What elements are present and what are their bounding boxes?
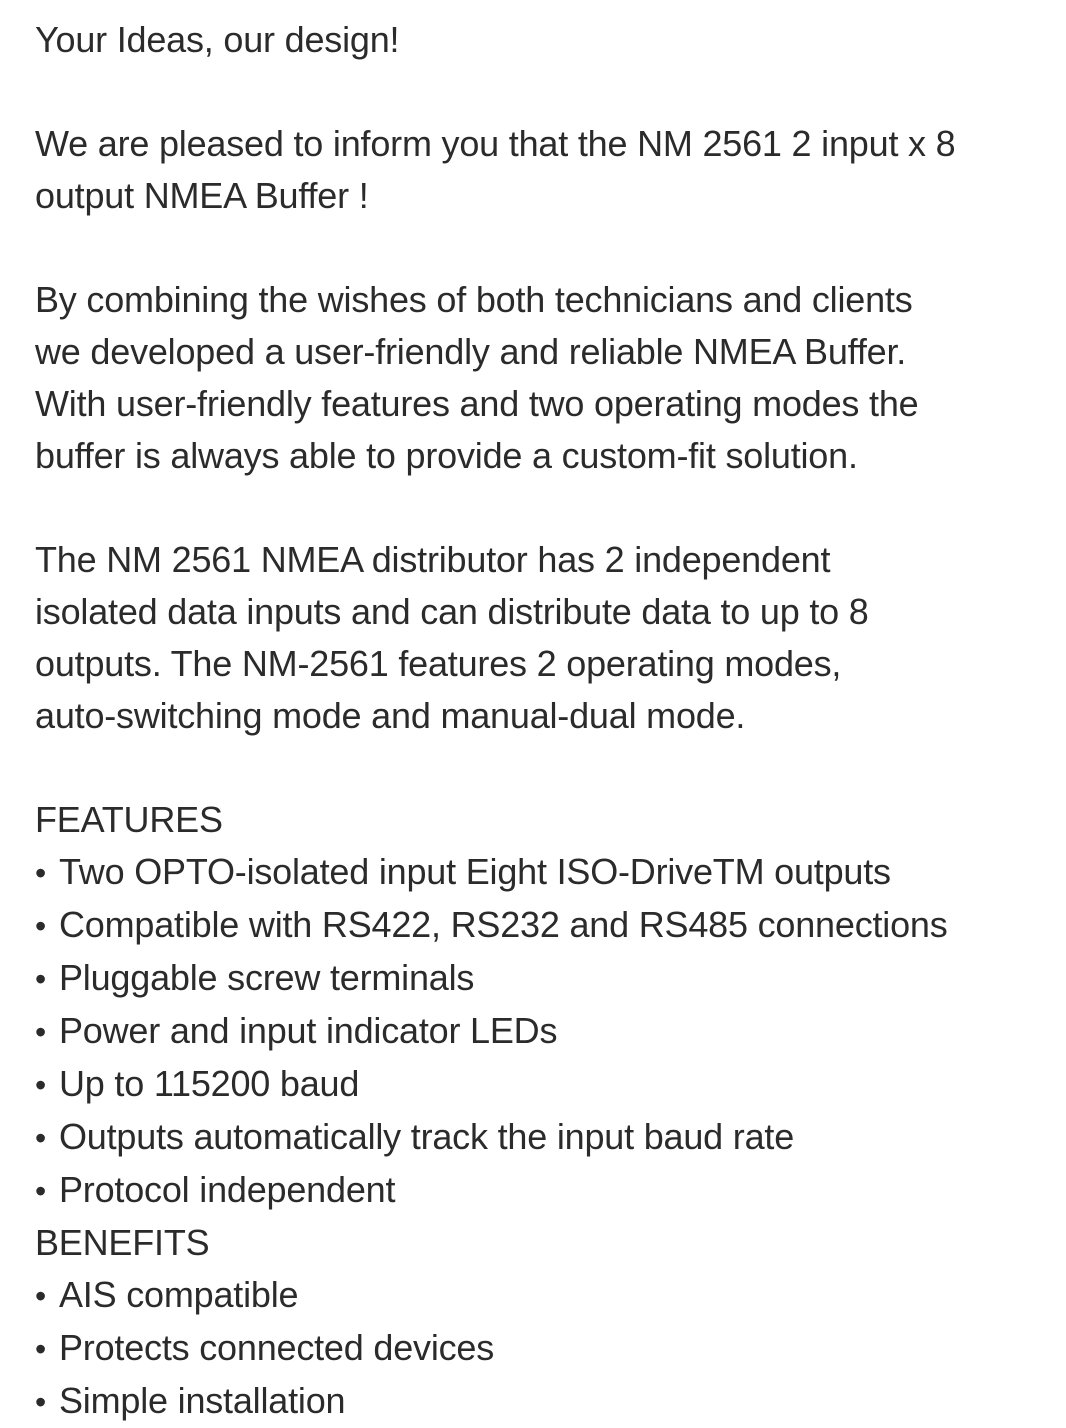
- document-body: Your Ideas, our design! We are pleased t…: [0, 0, 1066, 1421]
- feature-item: • Two OPTO-isolated input Eight ISO-Drive…: [35, 846, 1066, 899]
- feature-item-text: Outputs automatically track the input ba…: [59, 1116, 795, 1157]
- bullet-dot-icon: •: [35, 1120, 47, 1156]
- bullet-dot-icon: •: [35, 961, 47, 997]
- feature-item-text: Pluggable screw terminals: [59, 957, 475, 998]
- benefits-section: BENEFITS • AIS compatible • Protects conne…: [35, 1217, 1066, 1428]
- feature-item: • Up to 115200 baud: [35, 1058, 1066, 1111]
- features-section: FEATURES • Two OPTO-isolated input Eight …: [35, 794, 1066, 1217]
- features-heading: FEATURES: [35, 799, 223, 840]
- feature-item-text: Up to 115200 baud: [59, 1063, 360, 1104]
- announcement-paragraph: We are pleased to inform you that the NM…: [35, 123, 956, 216]
- bullet-dot-icon: •: [35, 855, 47, 891]
- bullet-dot-icon: •: [35, 1014, 47, 1050]
- feature-item-text: Two OPTO-isolated input Eight ISO-DriveT…: [59, 851, 891, 892]
- benefit-item: • Simple installation: [35, 1375, 1066, 1428]
- feature-item: • Compatible with RS422, RS232 and RS485 …: [35, 899, 1066, 952]
- bullet-dot-icon: •: [35, 1173, 47, 1209]
- feature-item-text: Compatible with RS422, RS232 and RS485 c…: [59, 904, 948, 945]
- bullet-dot-icon: •: [35, 1384, 47, 1420]
- bullet-dot-icon: •: [35, 908, 47, 944]
- benefits-list: • AIS compatible • Protects connected devi…: [35, 1269, 1066, 1428]
- benefit-item-text: Protects connected devices: [59, 1327, 495, 1368]
- description-paragraph-2: The NM 2561 NMEA distributor has 2 indep…: [35, 539, 869, 736]
- feature-item-text: Protocol independent: [59, 1169, 396, 1210]
- benefit-item-text: AIS compatible: [59, 1274, 299, 1315]
- features-list: • Two OPTO-isolated input Eight ISO-Drive…: [35, 846, 1066, 1217]
- description-paragraph-1: By combining the wishes of both technici…: [35, 279, 919, 476]
- feature-item: • Outputs automatically track the input b…: [35, 1111, 1066, 1164]
- feature-item: • Pluggable screw terminals: [35, 952, 1066, 1005]
- feature-item-text: Power and input indicator LEDs: [59, 1010, 558, 1051]
- bullet-dot-icon: •: [35, 1331, 47, 1367]
- bullet-dot-icon: •: [35, 1278, 47, 1314]
- bullet-dot-icon: •: [35, 1067, 47, 1103]
- feature-item: • Power and input indicator LEDs: [35, 1005, 1066, 1058]
- benefit-item: • Protects connected devices: [35, 1322, 1066, 1375]
- benefit-item-text: Simple installation: [59, 1380, 346, 1421]
- benefit-item: • AIS compatible: [35, 1269, 1066, 1322]
- feature-item: • Protocol independent: [35, 1164, 1066, 1217]
- benefits-heading: BENEFITS: [35, 1222, 210, 1263]
- tagline: Your Ideas, our design!: [35, 19, 400, 60]
